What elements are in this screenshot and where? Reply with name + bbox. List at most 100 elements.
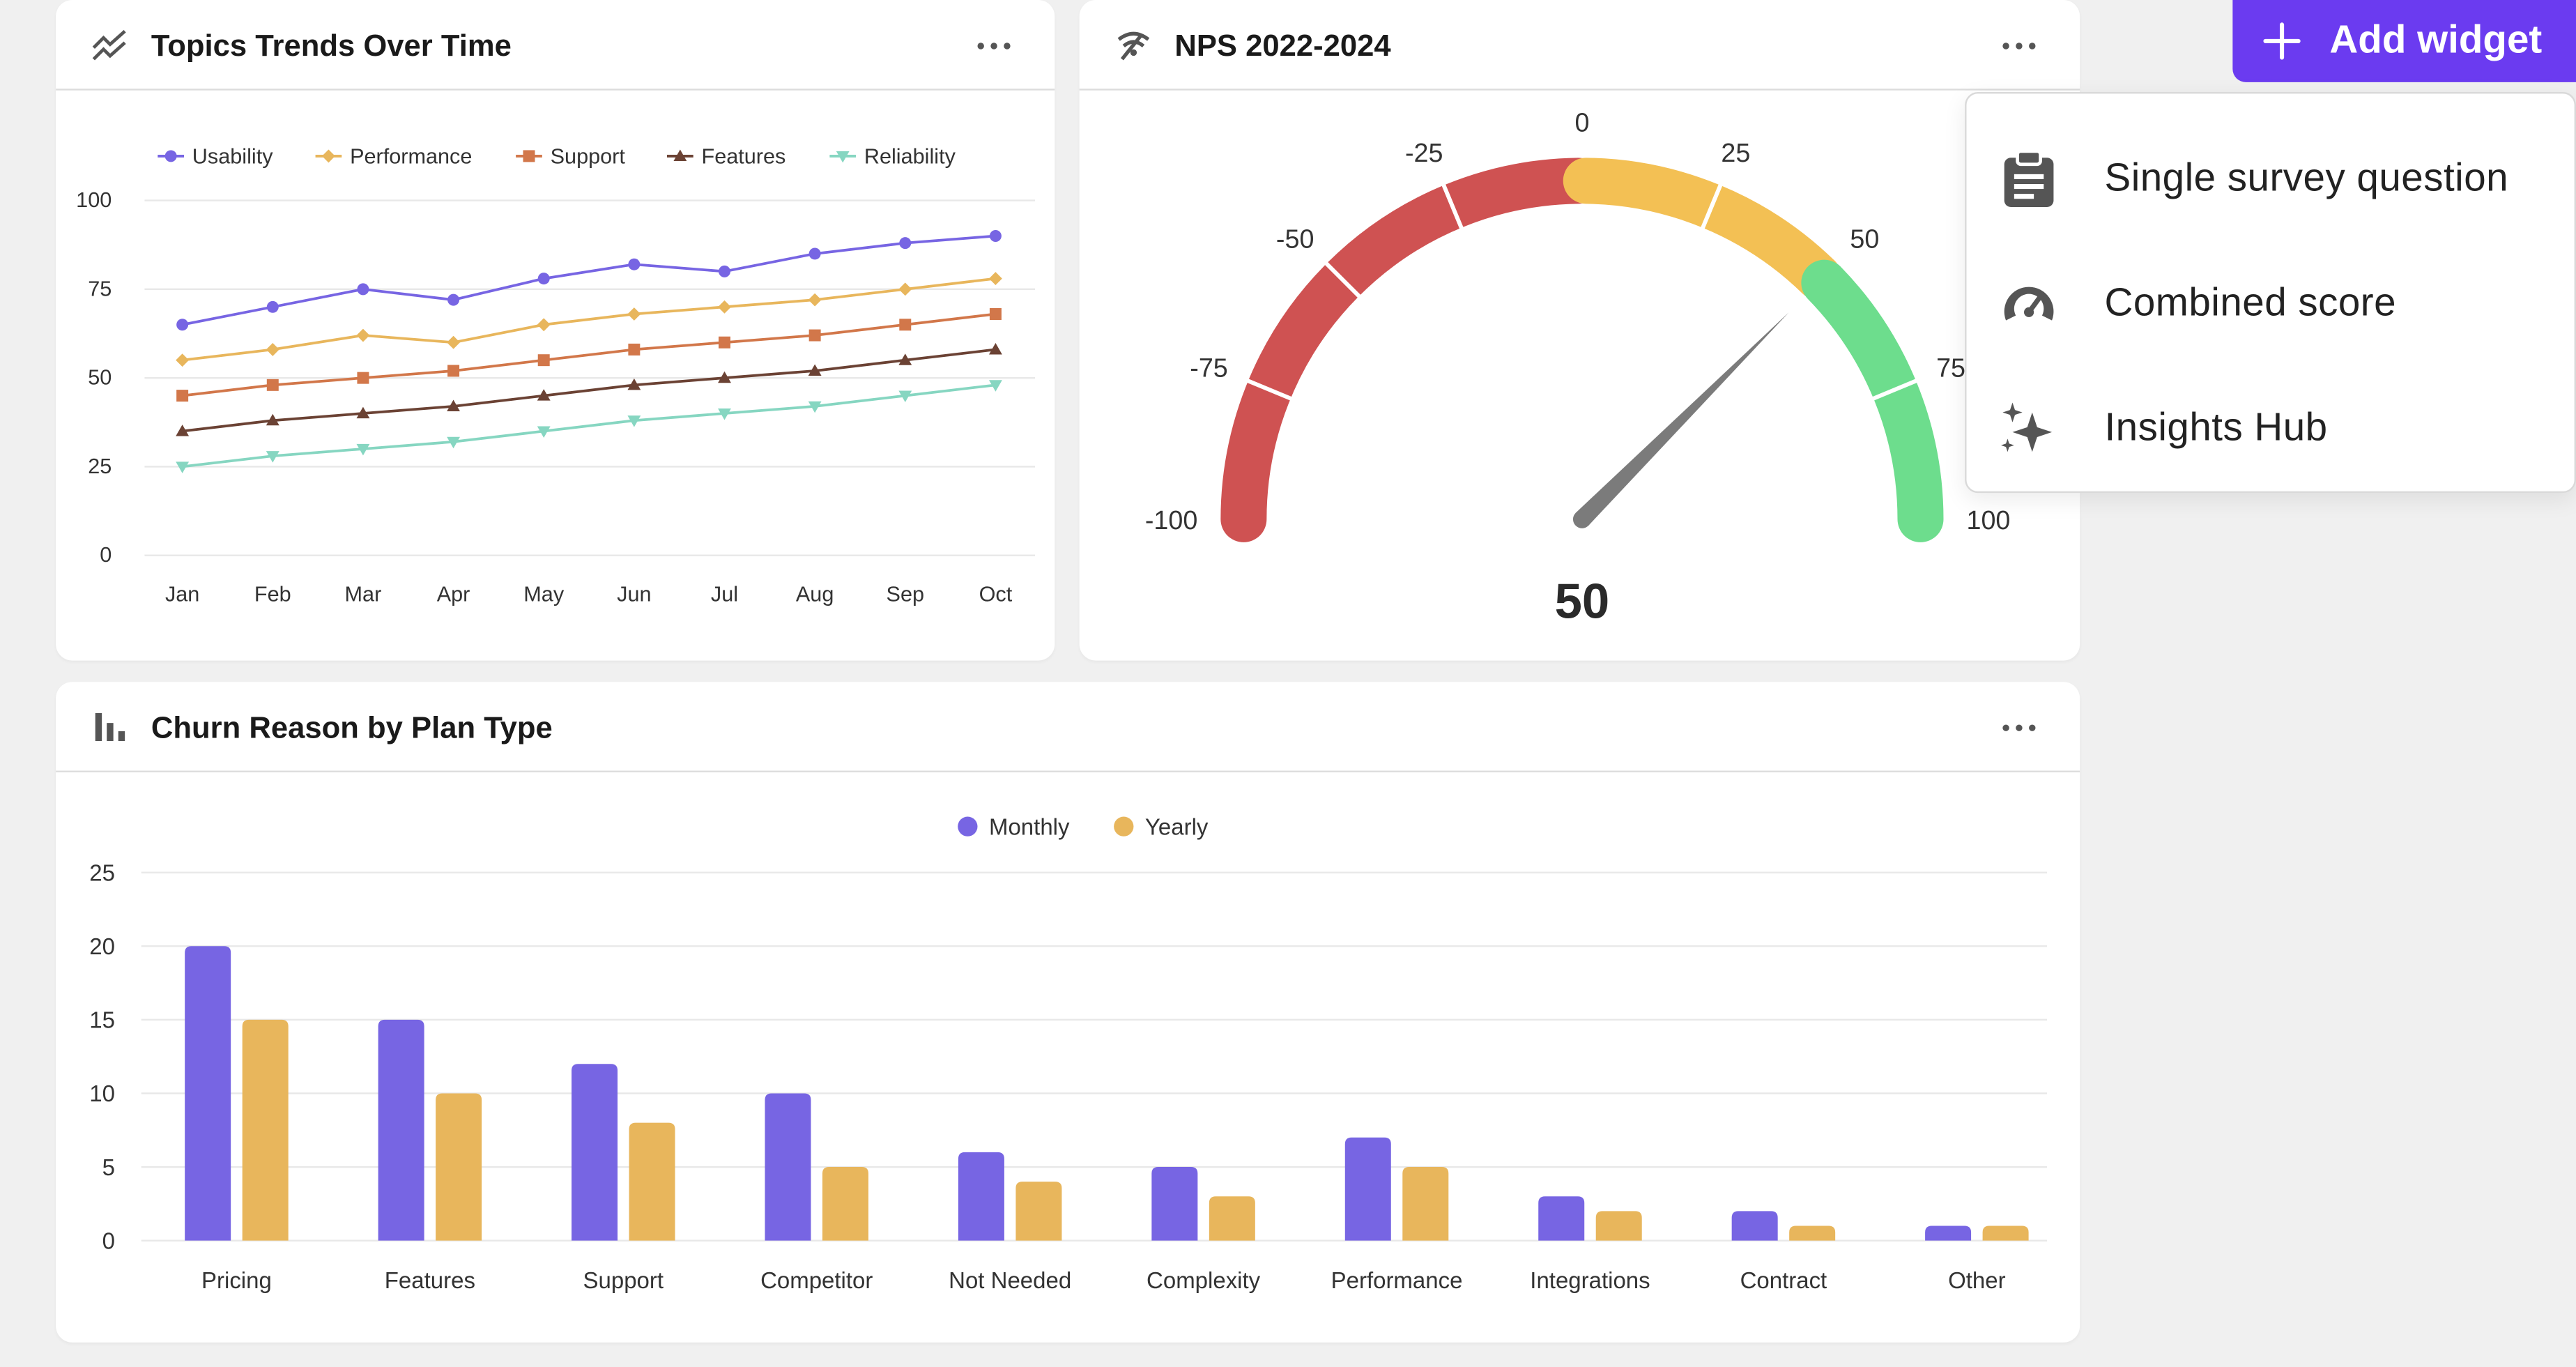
- x-tick-label: Pricing: [201, 1267, 272, 1293]
- clipboard-icon: [2004, 149, 2054, 207]
- legend-item: Support: [516, 145, 625, 169]
- series-line: [182, 348, 996, 433]
- legend-label: Usability: [192, 145, 273, 169]
- gauge-tick-label: -75: [1190, 353, 1228, 383]
- y-tick-label: 20: [89, 933, 115, 959]
- y-tick-label: 15: [89, 1007, 115, 1033]
- bar: [822, 1167, 868, 1241]
- legend-marker: [164, 150, 177, 162]
- x-tick-label: Jul: [711, 583, 738, 606]
- bar: [1595, 1211, 1642, 1241]
- gauge-icon: [2004, 287, 2054, 321]
- series-line: [182, 234, 996, 326]
- x-tick-label: May: [523, 583, 565, 606]
- x-tick-label: Other: [1948, 1267, 2006, 1293]
- data-point: [988, 342, 1002, 355]
- bar: [1982, 1225, 2029, 1241]
- y-tick-label: 100: [76, 188, 112, 212]
- gauge-tick-label: 25: [1721, 138, 1750, 167]
- gauge-band: [1801, 259, 1944, 542]
- data-point: [266, 300, 279, 313]
- add-widget-button[interactable]: Add widget: [2232, 0, 2576, 82]
- data-point: [356, 328, 370, 342]
- add-widget-menu: Single survey question Combined score In…: [1965, 91, 2576, 494]
- x-tick-label: Contract: [1740, 1267, 1827, 1293]
- y-tick-label: 5: [102, 1154, 115, 1180]
- topics-more-button[interactable]: [969, 23, 1019, 66]
- data-point: [808, 293, 822, 307]
- data-point: [176, 353, 190, 367]
- nps-more-button[interactable]: [1995, 23, 2044, 66]
- data-point: [718, 300, 731, 314]
- data-point: [537, 318, 551, 332]
- data-point: [627, 307, 641, 321]
- gauge-needle: [1575, 312, 1789, 526]
- menu-item-label: Insights Hub: [2104, 406, 2328, 450]
- bar: [378, 1019, 424, 1241]
- legend-item: Usability: [158, 145, 273, 169]
- topics-trends-widget: Topics Trends Over Time 0 25 50 75 100 Jan Feb…: [56, 0, 1055, 661]
- gauge-tick-label: -25: [1405, 138, 1443, 167]
- legend-label: Reliability: [864, 145, 956, 169]
- x-tick-label: Apr: [437, 583, 470, 606]
- y-tick-label: 0: [100, 543, 112, 567]
- gauge-tick-label: -100: [1145, 505, 1197, 535]
- signal-icon: [1117, 31, 1150, 61]
- legend-label: Yearly: [1145, 814, 1209, 839]
- data-point: [176, 319, 189, 331]
- gauge-needle-hub: [1572, 510, 1591, 528]
- data-point: [447, 365, 460, 377]
- data-point: [628, 258, 641, 270]
- legend-label: Features: [701, 145, 785, 169]
- x-tick-label: Complexity: [1147, 1267, 1261, 1293]
- gauge-tick-label: -50: [1276, 224, 1314, 254]
- data-point: [266, 342, 279, 356]
- bar: [765, 1093, 811, 1241]
- menu-item-insights-hub[interactable]: Insights Hub: [1966, 356, 2574, 481]
- churn-widget: Churn Reason by Plan Type 0 5 10 15 20 25 Mont…: [56, 682, 2080, 1343]
- legend-label: Support: [551, 145, 626, 169]
- legend-item: Reliability: [829, 145, 956, 169]
- bar-chart-icon: [95, 712, 125, 742]
- bar: [629, 1122, 675, 1241]
- gauge-tick-label: 75: [1936, 353, 1965, 383]
- gauge-tick-label: 0: [1574, 108, 1589, 137]
- data-point: [447, 293, 460, 306]
- x-tick-label: Jan: [165, 583, 199, 606]
- churn-more-button[interactable]: [1995, 705, 2044, 747]
- bar: [1344, 1137, 1391, 1241]
- data-point: [537, 354, 550, 367]
- nps-gauge: -100 -75 -50 -25 0 25 50 75 100 50: [1145, 108, 2011, 629]
- data-point: [357, 283, 369, 296]
- x-tick-label: Integrations: [1530, 1267, 1650, 1293]
- bar: [1538, 1196, 1585, 1241]
- bar: [1925, 1225, 1972, 1241]
- data-point: [988, 272, 1002, 286]
- data-point: [899, 237, 912, 250]
- legend-item: Yearly: [1114, 814, 1209, 839]
- plus-icon: [2263, 22, 2301, 60]
- bar: [572, 1064, 618, 1241]
- x-tick-label: Competitor: [760, 1267, 873, 1293]
- x-tick-label: Feb: [254, 583, 291, 606]
- data-point: [537, 273, 550, 285]
- y-tick-label: 0: [102, 1228, 115, 1253]
- data-point: [898, 282, 912, 296]
- sparkles-icon: [2000, 402, 2053, 452]
- legend-marker: [321, 149, 335, 163]
- menu-item-combined-score[interactable]: Combined score: [1966, 231, 2574, 356]
- bar: [1402, 1167, 1449, 1241]
- bar: [1209, 1196, 1255, 1241]
- legend-item: Features: [666, 145, 785, 169]
- y-tick-label: 10: [89, 1080, 115, 1106]
- data-point: [899, 319, 912, 331]
- topics-trends-header: Topics Trends Over Time: [56, 0, 1055, 91]
- menu-item-single-survey-question[interactable]: Single survey question: [1966, 107, 2574, 231]
- menu-item-label: Single survey question: [2104, 155, 2509, 201]
- bar: [1731, 1211, 1778, 1241]
- x-tick-label: Mar: [345, 583, 382, 606]
- bar: [1151, 1167, 1198, 1241]
- data-point: [808, 329, 821, 342]
- topics-trends-title: Topics Trends Over Time: [151, 28, 512, 63]
- churn-title: Churn Reason by Plan Type: [151, 710, 553, 744]
